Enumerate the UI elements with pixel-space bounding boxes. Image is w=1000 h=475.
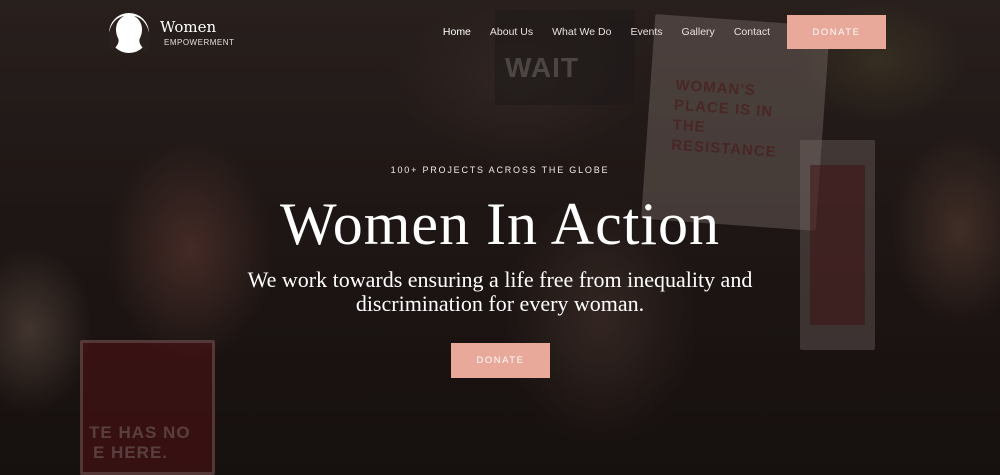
main-nav: Home About Us What We Do Events Gallery … [443,26,770,38]
logo-text: Women EMPOWERMENT [160,17,235,47]
hero-subtitle-line-1: We work towards ensuring a life free fro… [247,267,753,292]
hero-subtitle: We work towards ensuring a life free fro… [200,268,800,316]
hero-donate-button[interactable]: DONATE [451,343,550,378]
nav-item-about-us[interactable]: About Us [490,26,533,38]
logo-title: Women [160,17,217,36]
hero-title: Women In Action [279,191,721,257]
nav-item-contact[interactable]: Contact [734,26,770,38]
hero-subtitle-line-2: discrimination for every woman. [355,291,645,316]
nav-item-gallery[interactable]: Gallery [682,26,715,38]
site-logo[interactable]: Women EMPOWERMENT [104,12,234,54]
hero-kicker: 100+ PROJECTS ACROSS THE GLOBE [390,165,610,175]
header-donate-button[interactable]: DONATE [787,15,886,49]
logo-subtitle: EMPOWERMENT [164,37,235,47]
women-silhouette-logo-icon [104,12,154,54]
nav-item-what-we-do[interactable]: What We Do [552,26,611,38]
nav-item-home[interactable]: Home [443,26,471,38]
site-header: Women EMPOWERMENT Home About Us What We … [0,0,1000,65]
nav-item-events[interactable]: Events [630,26,662,38]
